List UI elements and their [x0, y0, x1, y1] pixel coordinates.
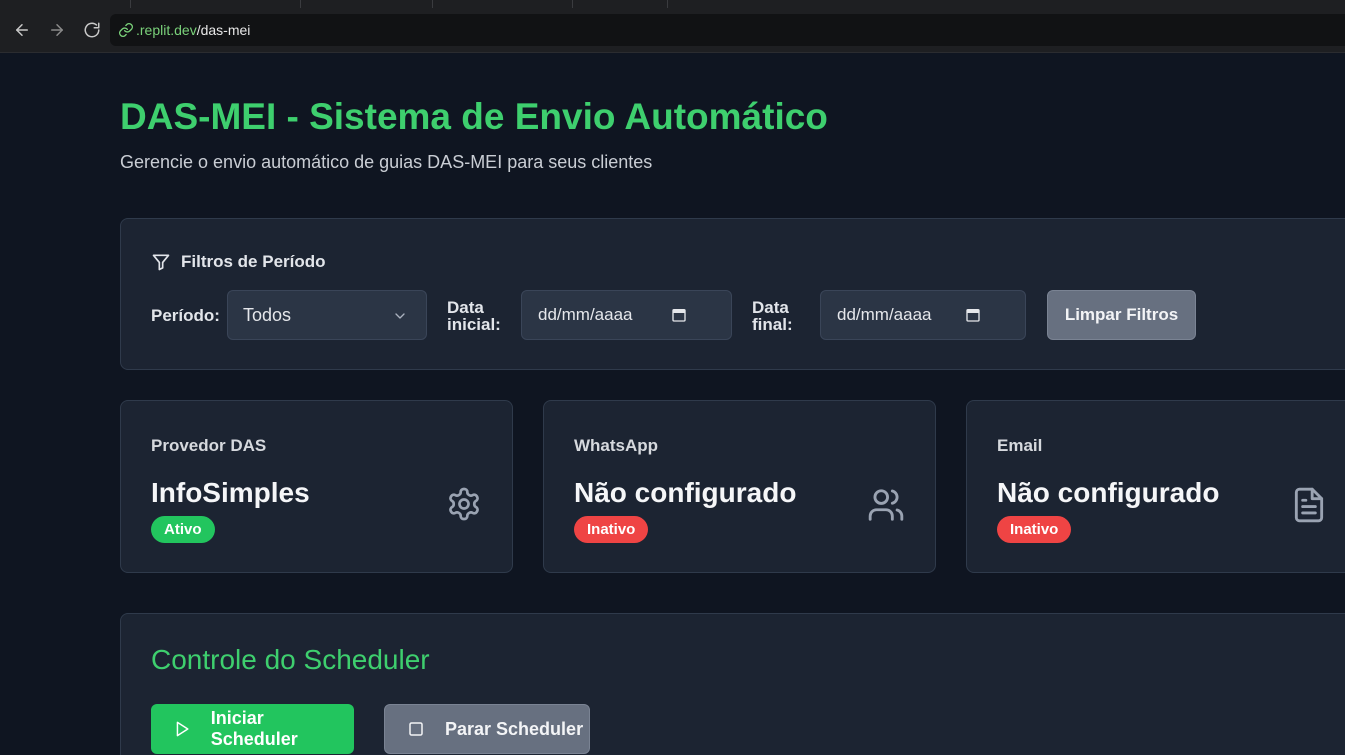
start-date-label-line1: Data: [447, 298, 484, 317]
tab-divider: [572, 0, 573, 8]
browser-tabstrip: [0, 0, 1345, 8]
url-domain: .replit.dev: [136, 22, 197, 38]
stop-scheduler-label: Parar Scheduler: [445, 718, 584, 739]
email-card: Email Não configurado Inativo: [966, 400, 1345, 573]
start-date-label-line2: inicial:: [447, 315, 501, 334]
tab-divider: [667, 0, 668, 8]
end-date-label: Data final:: [752, 299, 793, 333]
start-date-input[interactable]: dd/mm/aaaa: [521, 290, 732, 340]
end-date-value: dd/mm/aaaa: [837, 305, 932, 324]
calendar-icon: [966, 309, 980, 322]
stat-label: Provedor DAS: [151, 436, 267, 455]
period-label: Período:: [151, 306, 220, 325]
reload-button[interactable]: [80, 18, 104, 42]
browser-toolbar: .replit.dev/das-mei: [0, 8, 1345, 53]
start-scheduler-label: Iniciar Scheduler: [210, 708, 298, 749]
tab-divider: [300, 0, 301, 8]
clear-filters-button[interactable]: Limpar Filtros: [1047, 290, 1196, 340]
filters-heading: Filtros de Período: [151, 252, 326, 272]
stop-scheduler-button[interactable]: Parar Scheduler: [384, 704, 590, 754]
start-scheduler-button[interactable]: Iniciar Scheduler: [151, 704, 354, 754]
stat-value: InfoSimples: [151, 477, 310, 508]
page-title: DAS-MEI - Sistema de Envio Automático: [120, 96, 828, 137]
tab-divider: [432, 0, 433, 8]
status-badge: Inativo: [574, 516, 649, 543]
forward-button[interactable]: [45, 18, 69, 42]
stop-icon: [409, 722, 423, 736]
play-icon: [176, 721, 189, 737]
start-date-label: Data inicial:: [447, 299, 501, 333]
arrow-left-icon: [16, 24, 28, 36]
status-badge: Ativo: [151, 516, 215, 543]
address-bar[interactable]: .replit.dev/das-mei: [110, 14, 1345, 46]
scheduler-title: Controle do Scheduler: [151, 644, 430, 675]
scheduler-card: Controle do Scheduler Iniciar Scheduler …: [120, 613, 1345, 755]
calendar-icon: [672, 309, 686, 322]
stat-label: Email: [997, 436, 1043, 455]
stat-label: WhatsApp: [574, 436, 659, 455]
filters-heading-label: Filtros de Período: [181, 252, 326, 271]
page-subtitle: Gerencie o envio automático de guias DAS…: [120, 152, 653, 172]
link-icon: [118, 22, 134, 38]
whatsapp-card: WhatsApp Não configurado Inativo: [543, 400, 936, 573]
stat-value: Não configurado: [574, 477, 797, 508]
filter-icon: [152, 254, 170, 271]
period-select-value: Todos: [243, 304, 292, 325]
users-icon: [868, 489, 904, 521]
url-path: /das-mei: [196, 22, 251, 38]
status-badge: Inativo: [997, 516, 1072, 543]
period-select[interactable]: Todos: [227, 290, 427, 340]
provider-card: Provedor DAS InfoSimples Ativo: [120, 400, 513, 573]
end-date-input[interactable]: dd/mm/aaaa: [820, 290, 1026, 340]
filters-card: Filtros de Período Período: Todos Data i…: [120, 218, 1345, 370]
back-button[interactable]: [10, 18, 34, 42]
end-date-label-line1: Data: [752, 298, 789, 317]
stat-value: Não configurado: [997, 477, 1220, 508]
reload-icon: [84, 22, 100, 38]
tab-divider: [130, 0, 131, 8]
gear-icon: [449, 487, 479, 521]
document-icon: [1294, 487, 1324, 523]
end-date-label-line2: final:: [752, 315, 793, 334]
start-date-value: dd/mm/aaaa: [538, 305, 633, 324]
chevron-down-icon: [395, 313, 405, 319]
arrow-right-icon: [51, 24, 63, 36]
